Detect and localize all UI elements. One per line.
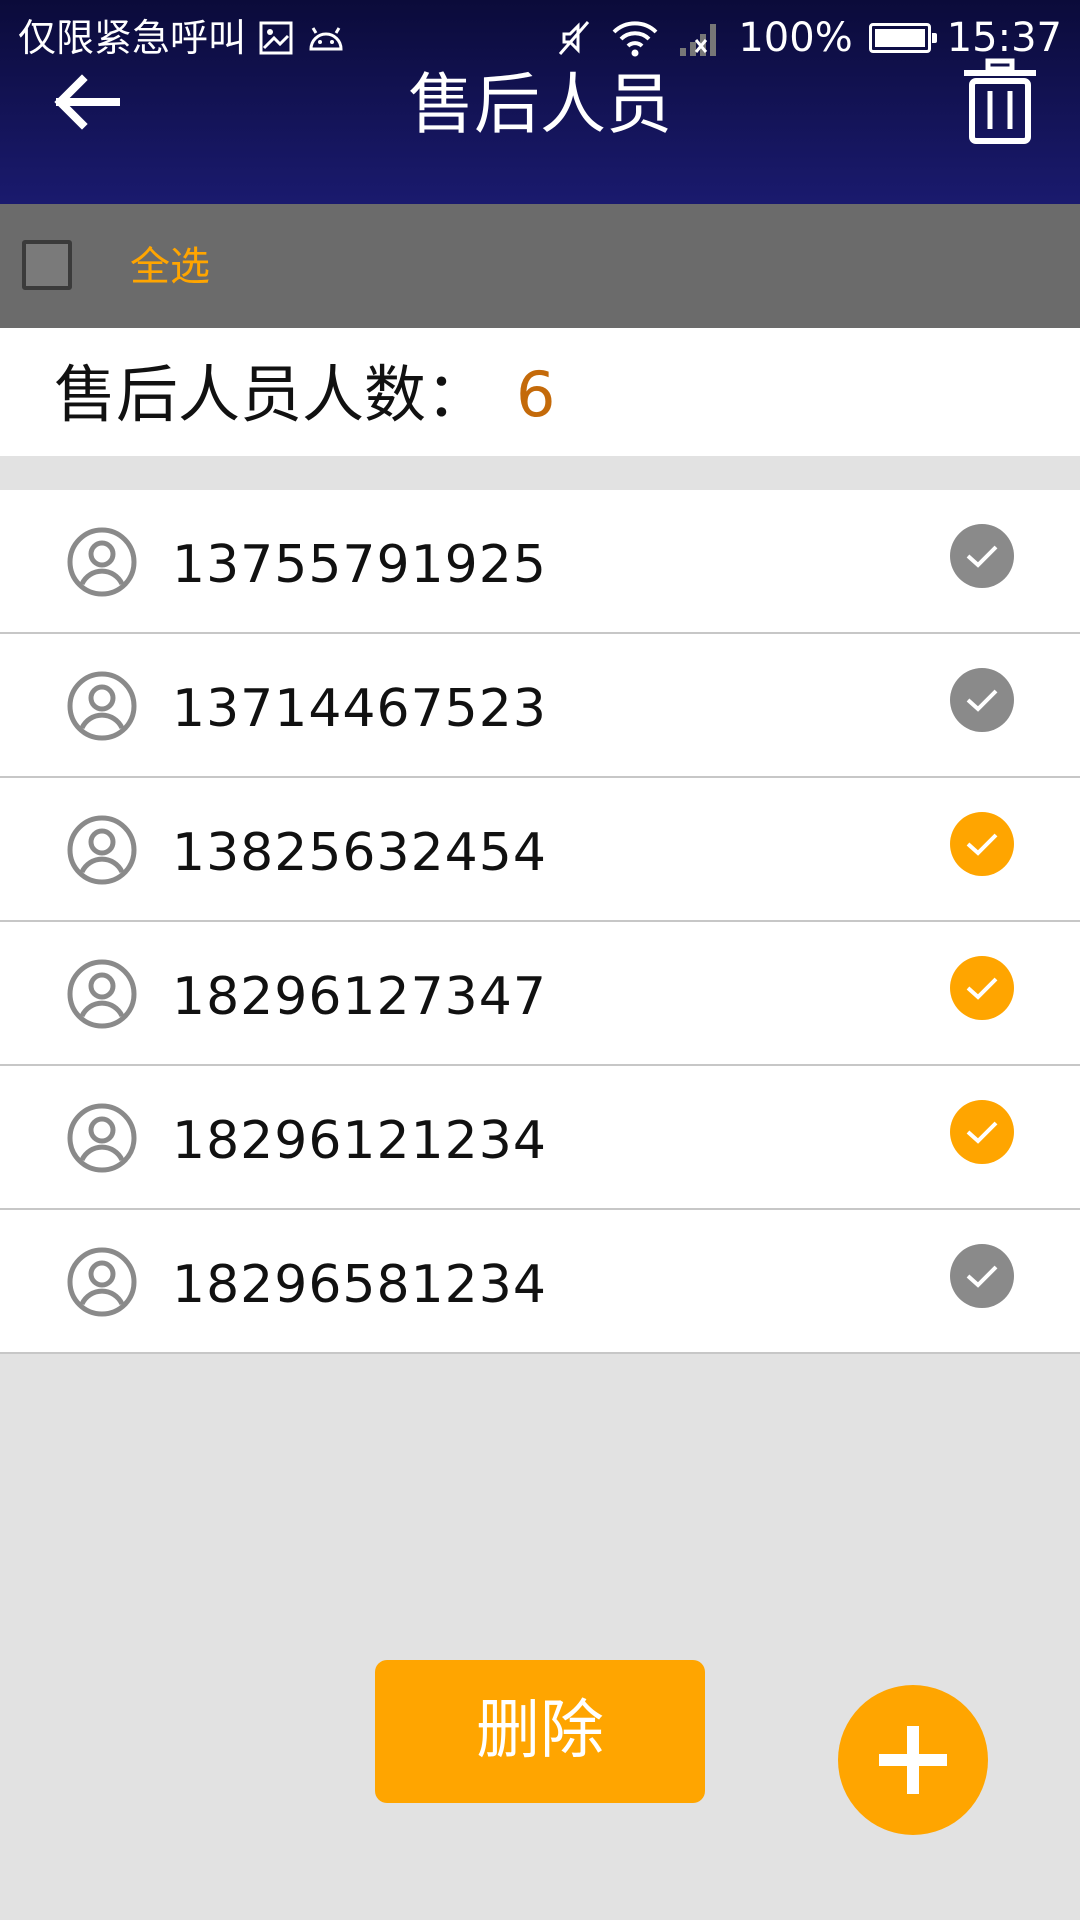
phone-number: 18296581234 <box>172 1255 547 1315</box>
mute-icon <box>554 18 594 58</box>
list-item[interactable]: 13825632454 <box>0 778 1080 922</box>
count-bar: 售后人员人数： 6 <box>0 328 1080 456</box>
battery-icon <box>868 23 937 53</box>
phone-number: 13825632454 <box>172 823 547 883</box>
signal-no-sim-icon <box>676 18 722 58</box>
count-label: 售后人员人数： <box>54 358 489 431</box>
trash-icon <box>964 58 1036 144</box>
list-item[interactable]: 13714467523 <box>0 634 1080 778</box>
wifi-icon <box>610 18 660 58</box>
select-all-checkbox[interactable] <box>22 240 72 290</box>
user-icon <box>67 815 137 885</box>
check-circle-icon[interactable] <box>950 1244 1014 1308</box>
battery-percent: 100% <box>738 15 853 61</box>
image-notification-icon <box>258 20 294 56</box>
plus-icon <box>879 1726 947 1794</box>
select-all-bar: 全选 <box>0 204 1080 328</box>
phone-number: 18296121234 <box>172 1111 547 1171</box>
android-notification-icon <box>306 23 346 53</box>
status-left: 仅限紧急呼叫 <box>18 14 346 62</box>
delete-button[interactable]: 删除 <box>375 1660 705 1803</box>
back-button[interactable] <box>42 62 132 142</box>
phone-number: 13714467523 <box>172 679 547 739</box>
user-icon <box>67 527 137 597</box>
check-circle-icon[interactable] <box>950 812 1014 876</box>
status-bar: 仅限紧急呼叫 100% 15:37 <box>0 0 1080 76</box>
user-icon <box>67 1103 137 1173</box>
carrier-text: 仅限紧急呼叫 <box>18 16 247 60</box>
user-icon <box>67 671 137 741</box>
arrow-left-icon <box>54 74 120 130</box>
phone-number: 18296127347 <box>172 967 547 1027</box>
check-circle-icon[interactable] <box>950 1100 1014 1164</box>
list-item[interactable]: 13755791925 <box>0 490 1080 634</box>
user-icon <box>67 1247 137 1317</box>
count-value: 6 <box>516 358 556 431</box>
list-item[interactable]: 18296121234 <box>0 1066 1080 1210</box>
battery-level <box>874 29 925 47</box>
staff-list: 13755791925 13714467523 13825632454 1829… <box>0 490 1080 1354</box>
list-item[interactable]: 18296127347 <box>0 922 1080 1066</box>
check-circle-icon[interactable] <box>950 524 1014 588</box>
trash-button[interactable] <box>950 52 1050 152</box>
list-item[interactable]: 18296581234 <box>0 1210 1080 1354</box>
user-icon <box>67 959 137 1029</box>
app-header: 仅限紧急呼叫 100% 15:37 售后人员 <box>0 0 1080 204</box>
check-circle-icon[interactable] <box>950 956 1014 1020</box>
add-button[interactable] <box>838 1685 988 1835</box>
select-all-label[interactable]: 全选 <box>130 242 210 292</box>
phone-number: 13755791925 <box>172 535 547 595</box>
check-circle-icon[interactable] <box>950 668 1014 732</box>
